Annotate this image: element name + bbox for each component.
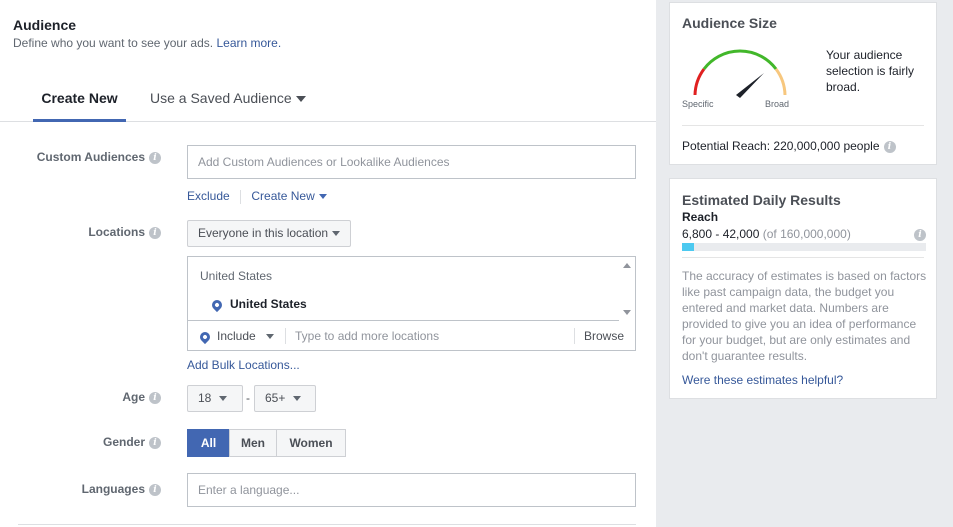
- audience-size-title: Audience Size: [682, 15, 777, 31]
- reach-bar-fill: [682, 243, 695, 251]
- reach-total: (of 160,000,000): [762, 227, 851, 241]
- locations-list: United States United States: [188, 257, 635, 321]
- reach-label: Reach: [682, 210, 719, 224]
- add-bulk-locations-link[interactable]: Add Bulk Locations...: [187, 358, 300, 372]
- gauge-broad-arc: [774, 68, 787, 96]
- potential-reach: Potential Reach: 220,000,000 people i: [682, 139, 896, 153]
- caret-down-icon: [265, 334, 274, 340]
- age-max-value: 65+: [265, 391, 286, 405]
- gender-label: Gender i: [103, 435, 161, 449]
- divider: [682, 125, 924, 126]
- gauge-specific-arc: [693, 68, 706, 96]
- include-label: Include: [217, 329, 256, 343]
- locations-label-text: Locations: [88, 225, 145, 239]
- selected-location-label: United States: [230, 297, 307, 311]
- reach-bar-track: [682, 243, 926, 251]
- add-location-input[interactable]: Type to add more locations: [295, 329, 439, 343]
- info-icon[interactable]: i: [883, 140, 896, 153]
- gender-all-button[interactable]: All: [187, 429, 230, 457]
- tab-create-new[interactable]: Create New: [33, 90, 126, 122]
- locations-scrollbar[interactable]: [619, 257, 635, 321]
- age-separator: -: [246, 391, 250, 405]
- scroll-down-icon[interactable]: [623, 310, 631, 315]
- divider: [18, 524, 636, 525]
- daily-results-title: Estimated Daily Results: [682, 192, 841, 208]
- location-pin-icon: [209, 297, 225, 312]
- caret-down-icon: [318, 194, 327, 200]
- exclude-link[interactable]: Exclude: [187, 189, 230, 203]
- age-label-text: Age: [122, 390, 145, 404]
- info-icon[interactable]: i: [149, 483, 161, 496]
- audience-gauge: [693, 49, 787, 98]
- selected-location[interactable]: United States: [209, 297, 307, 312]
- gauge-specific-label: Specific: [682, 99, 714, 109]
- audience-size-card: Audience Size Specific Broad Your audien…: [669, 2, 937, 165]
- scroll-up-icon[interactable]: [623, 263, 631, 268]
- subtitle-text: Define who you want to see your ads.: [13, 36, 214, 50]
- age-max-select[interactable]: 65+: [254, 385, 316, 412]
- caret-down-icon: [219, 396, 228, 402]
- divider: [285, 328, 286, 344]
- location-type-value: Everyone in this location: [198, 226, 329, 240]
- custom-audiences-label: Custom Audiences i: [37, 150, 161, 164]
- estimates-feedback-link[interactable]: Were these estimates helpful?: [682, 373, 843, 387]
- gender-women-button[interactable]: Women: [276, 429, 346, 457]
- reach-range-value: 6,800 - 42,000: [682, 227, 760, 241]
- location-type-dropdown[interactable]: Everyone in this location: [187, 220, 352, 247]
- divider: [240, 189, 242, 204]
- age-label: Age i: [122, 390, 161, 404]
- create-new-label: Create New: [251, 189, 315, 203]
- custom-audiences-actions: Exclude Create New: [187, 189, 327, 204]
- audience-size-description: Your audience selection is fairly broad.: [826, 48, 915, 94]
- browse-button[interactable]: Browse: [584, 329, 624, 343]
- info-icon[interactable]: i: [149, 226, 161, 239]
- age-min-select[interactable]: 18: [187, 385, 243, 412]
- gender-men-button[interactable]: Men: [229, 429, 277, 457]
- audience-tabs: Create New Use a Saved Audience: [0, 80, 656, 122]
- info-icon[interactable]: i: [149, 436, 161, 449]
- divider: [682, 257, 924, 258]
- estimates-disclaimer: The accuracy of estimates is based on fa…: [682, 269, 927, 363]
- reach-range: 6,800 - 42,000 (of 160,000,000): [682, 227, 851, 241]
- caret-down-icon: [293, 396, 302, 402]
- learn-more-link[interactable]: Learn more.: [216, 36, 281, 50]
- gauge-broad-label: Broad: [765, 99, 790, 109]
- divider: [574, 328, 575, 344]
- info-icon[interactable]: i: [914, 229, 926, 241]
- age-min-value: 18: [198, 391, 212, 405]
- location-pin-icon: [197, 329, 213, 344]
- custom-audiences-label-text: Custom Audiences: [36, 150, 145, 164]
- section-subtitle: Define who you want to see your ads. Lea…: [13, 36, 281, 50]
- location-group-header: United States: [200, 269, 273, 283]
- gauge-needle: [736, 73, 764, 98]
- locations-box: United States United States Include Type…: [187, 256, 636, 351]
- languages-label: Languages i: [82, 482, 161, 496]
- include-dropdown[interactable]: Include: [197, 329, 274, 344]
- section-title: Audience: [13, 17, 77, 33]
- potential-reach-text: Potential Reach: 220,000,000 people: [682, 139, 880, 153]
- languages-input[interactable]: Enter a language...: [187, 473, 636, 507]
- languages-label-text: Languages: [81, 482, 145, 496]
- gauge-defined-arc: [702, 49, 778, 70]
- gender-label-text: Gender: [102, 435, 145, 449]
- custom-audiences-input[interactable]: Add Custom Audiences or Lookalike Audien…: [187, 145, 636, 179]
- locations-label: Locations i: [88, 225, 161, 239]
- info-icon[interactable]: i: [149, 151, 161, 164]
- tab-saved-audience[interactable]: Use a Saved Audience: [150, 90, 306, 122]
- create-new-link[interactable]: Create New: [251, 189, 327, 203]
- audience-panel: Audience Define who you want to see your…: [0, 0, 656, 527]
- daily-results-card: Estimated Daily Results Reach 6,800 - 42…: [669, 178, 937, 399]
- tab-saved-audience-label: Use a Saved Audience: [150, 90, 292, 106]
- caret-down-icon: [332, 231, 341, 237]
- caret-down-icon: [295, 96, 306, 103]
- info-icon[interactable]: i: [149, 391, 161, 404]
